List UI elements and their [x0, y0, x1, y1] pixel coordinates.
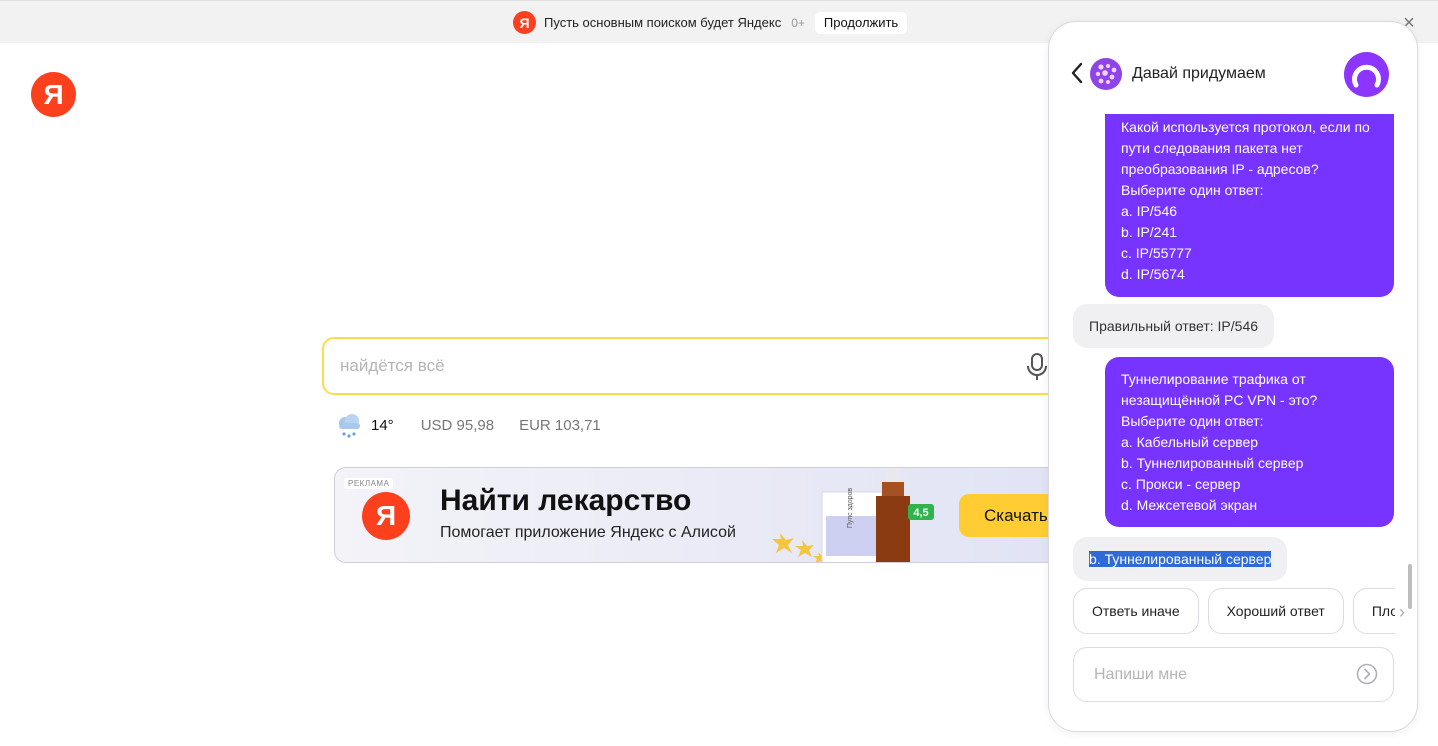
alice-header: Давай придумаем	[1049, 22, 1417, 112]
ad-yandex-logo-icon: Я	[362, 492, 410, 540]
ad-banner[interactable]: РЕКЛАМА Я Найти лекарство Помогает прило…	[334, 467, 1094, 563]
alice-chat-panel: Давай придумаем Какой используется прото…	[1048, 21, 1418, 732]
selected-answer-text: b. Туннелированный сервер	[1089, 551, 1272, 567]
usd-rate[interactable]: USD 95,98	[421, 417, 494, 434]
age-rating: 0+	[791, 15, 805, 30]
search-box[interactable]	[322, 337, 1082, 395]
yandex-logo[interactable]: Я	[31, 72, 76, 117]
send-icon[interactable]	[1356, 663, 1378, 685]
ad-title: Найти лекарство	[440, 484, 692, 517]
promo-text: Пусть основным поиском будет Яндекс	[544, 15, 782, 30]
ad-box-text: Пупс здоров	[847, 488, 854, 529]
chevron-right-icon[interactable]: ›	[1399, 602, 1411, 622]
suggest-bad-answer[interactable]: Плохой ответ	[1352, 588, 1395, 634]
temperature[interactable]: 14°	[371, 417, 394, 434]
suggest-answer-differently[interactable]: Ответь иначе	[1073, 588, 1199, 634]
alice-ring-icon	[1352, 64, 1381, 88]
back-arrow-icon[interactable]	[1070, 61, 1084, 85]
alice-message: Правильный ответ: IP/546	[1073, 304, 1275, 348]
chat-history: Какой используется протокол, если по пут…	[1049, 112, 1417, 582]
medicine-bottle-illustration: Пупс здоров 4,5	[772, 468, 934, 562]
skill-name: Давай придумаем	[1132, 65, 1266, 82]
ad-rating: 4,5	[913, 507, 928, 519]
promo-content: Я Пусть основным поиском будет Яндекс 0+…	[513, 11, 908, 34]
suggest-good-answer[interactable]: Хороший ответ	[1207, 588, 1344, 634]
alice-message-input[interactable]	[1094, 648, 1344, 701]
ad-subtitle: Помогает приложение Яндекс с Алисой	[440, 524, 736, 541]
search-input[interactable]	[340, 339, 1020, 393]
eur-rate[interactable]: EUR 103,71	[519, 417, 601, 434]
suggest-chips: Ответь иначе Хороший ответ Плохой ответ	[1073, 588, 1395, 636]
alice-logo-icon[interactable]	[1344, 52, 1389, 97]
yandex-mini-logo-icon: Я	[513, 11, 536, 34]
informers: 14° USD 95,98 EUR 103,71	[335, 412, 601, 438]
skill-avatar-icon	[1090, 58, 1122, 90]
continue-button[interactable]: Продолжить	[814, 11, 908, 34]
ad-label: РЕКЛАМА	[344, 478, 394, 489]
alice-input-row[interactable]	[1073, 647, 1394, 702]
microphone-icon[interactable]	[1026, 353, 1048, 381]
rain-cloud-icon[interactable]	[335, 412, 363, 438]
user-message: Какой используется протокол, если по пут…	[1105, 114, 1394, 297]
user-message: Туннелирование трафика от незащищённой P…	[1105, 357, 1394, 527]
alice-message: b. Туннелированный сервер	[1073, 537, 1288, 581]
